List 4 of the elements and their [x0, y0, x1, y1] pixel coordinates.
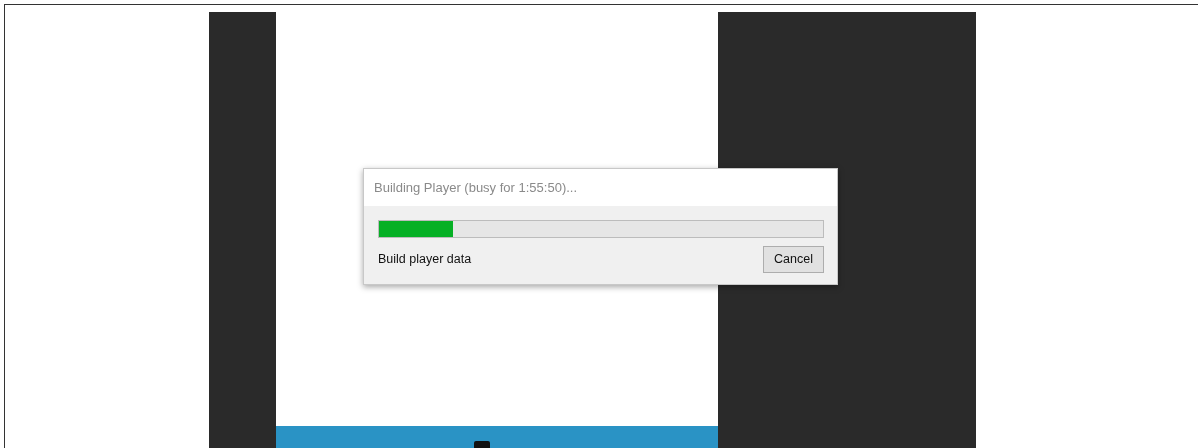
cancel-button[interactable]: Cancel: [763, 246, 824, 273]
status-text: Build player data: [378, 251, 472, 268]
dialog-title: Building Player (busy for 1:55:50)...: [364, 169, 837, 206]
tab-mark-icon: [474, 441, 490, 448]
